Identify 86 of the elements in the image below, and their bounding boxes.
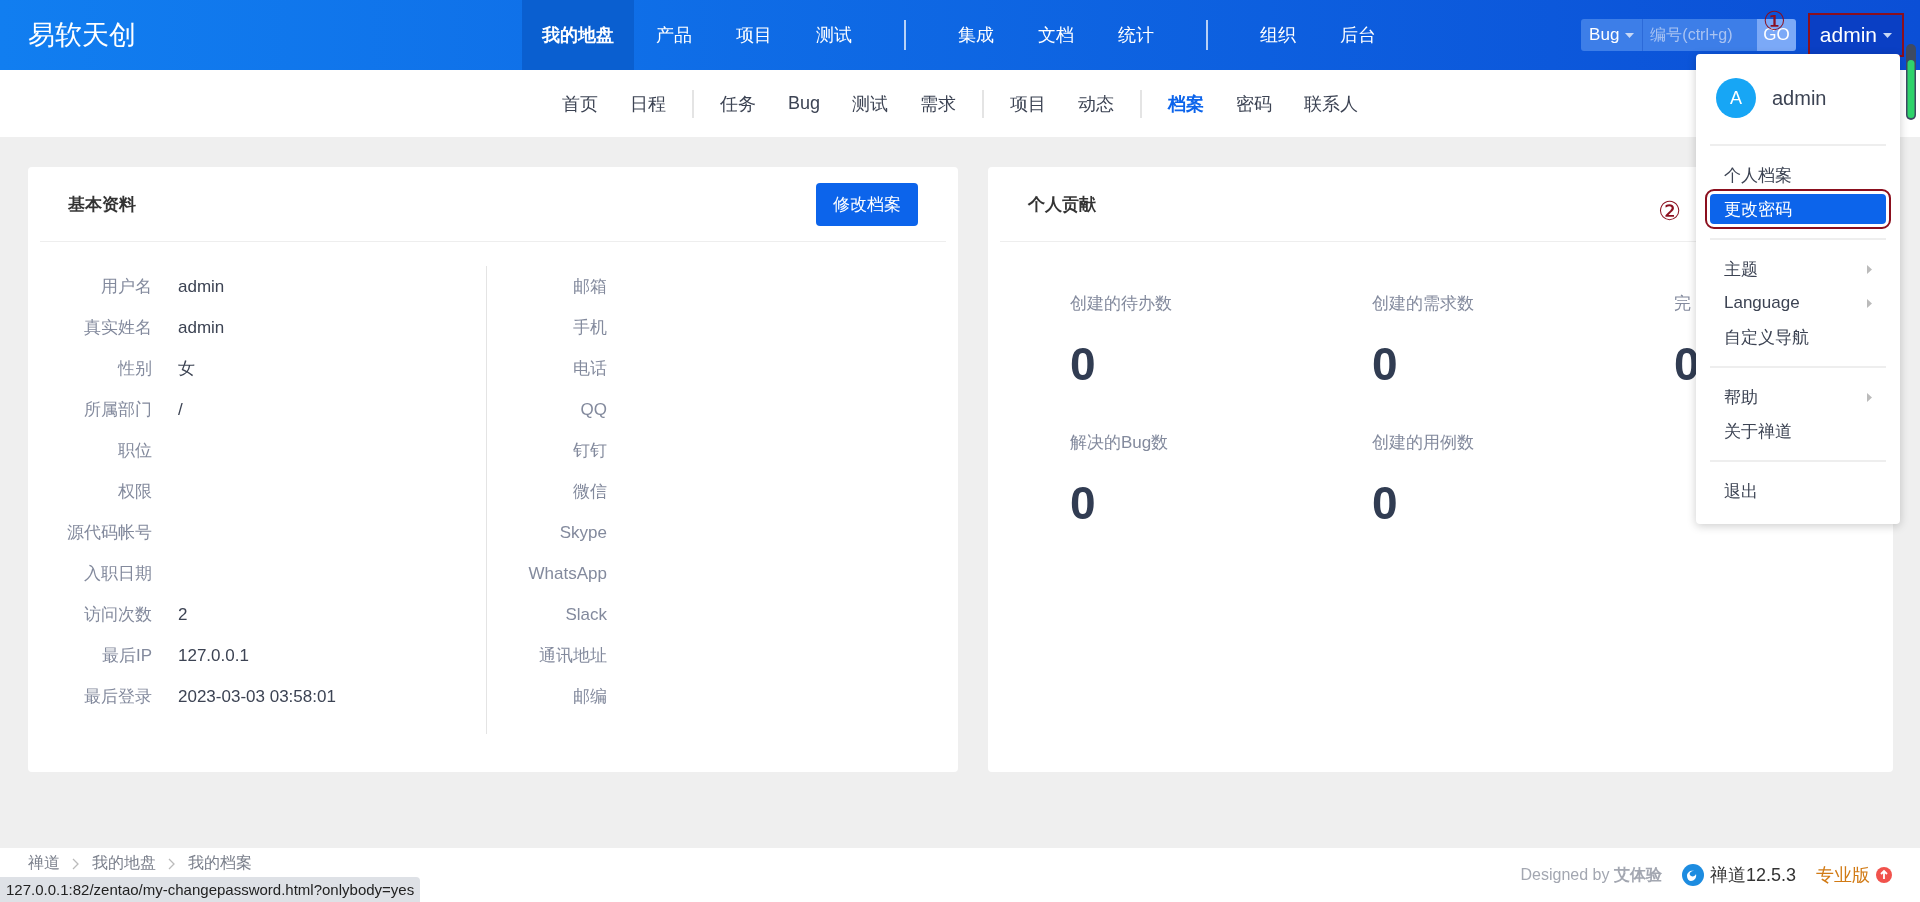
field-label: 最后登录	[83, 686, 152, 708]
field-label: 源代码帐号	[66, 522, 152, 544]
field-label: 邮编	[572, 686, 607, 708]
field-label: 真实姓名	[83, 317, 152, 339]
caret-icon	[1883, 32, 1892, 38]
sub-nav-link[interactable]: 项目	[994, 91, 1062, 116]
stat-value: 0	[1372, 476, 1398, 530]
logo: 易软天创	[28, 19, 136, 52]
chevron-icon	[72, 857, 80, 870]
stat-label: 创建的用例数	[1372, 432, 1474, 454]
field-label: 最后IP	[100, 645, 152, 667]
status-url: 127.0.0.1:82/zentao/my-changepassword.html?onlybody=yes	[0, 877, 421, 902]
user-menu-button[interactable]: admin	[1809, 15, 1902, 55]
search-field[interactable]: 编号(ctrl+g)	[1643, 19, 1758, 51]
card-title: 基本资料	[68, 193, 136, 216]
field-value: 2023-03-03 03:58:01	[178, 686, 336, 707]
nav-tab[interactable]: 后台	[1318, 0, 1398, 70]
field-label: 性别	[116, 358, 152, 380]
field-label: 访问次数	[83, 604, 152, 626]
sub-nav-link[interactable]: 首页	[546, 91, 614, 116]
field-label: Slack	[564, 604, 607, 625]
avatar: A	[1716, 78, 1756, 118]
field-label: 所属部门	[83, 399, 152, 421]
sub-nav-link[interactable]: 联系人	[1288, 91, 1374, 116]
sub-nav-link[interactable]: 动态	[1062, 91, 1130, 116]
field-value: admin	[178, 276, 225, 297]
stat-value: 0	[1372, 337, 1398, 391]
user-name: admin	[1772, 86, 1827, 110]
version-text: 禅道12.5.3	[1709, 864, 1796, 887]
stat-label: 创建的需求数	[1372, 293, 1474, 315]
field-value: /	[178, 399, 183, 420]
nav-tab[interactable]: 我的地盘	[522, 0, 634, 70]
sub-nav-link[interactable]: 密码	[1220, 91, 1288, 116]
swirl-logo-icon	[1681, 864, 1704, 886]
breadcrumb-link[interactable]: 我的档案	[188, 853, 252, 874]
stat-label: 完	[1674, 293, 1691, 315]
sub-nav-link[interactable]: 任务	[704, 91, 772, 116]
stat-value: 0	[1070, 476, 1096, 530]
field-value: admin	[178, 317, 225, 338]
field-value: 女	[178, 358, 195, 380]
type-select[interactable]: Bug	[1581, 19, 1644, 51]
sub-nav-link[interactable]: 日程	[614, 91, 682, 116]
stat-label: 创建的待办数	[1070, 293, 1172, 315]
field-label: Skype	[558, 522, 607, 543]
field-label: WhatsApp	[527, 563, 607, 584]
nav-tab[interactable]: 集成	[936, 0, 1016, 70]
menu-item[interactable]: 主题	[1710, 254, 1886, 284]
sub-nav-link[interactable]: 测试	[836, 91, 904, 116]
caret-icon	[1625, 32, 1635, 38]
field-label: 微信	[572, 481, 607, 503]
stat-label: 解决的Bug数	[1070, 432, 1169, 454]
field-value: 2	[178, 604, 188, 625]
menu-item[interactable]: 自定义导航	[1710, 322, 1886, 352]
field-label: 权限	[117, 481, 152, 503]
menu-item[interactable]: Language	[1710, 288, 1886, 318]
nav-tab[interactable]: 测试	[794, 0, 874, 70]
field-label: 邮箱	[572, 276, 607, 298]
nav-tab[interactable]: 项目	[714, 0, 794, 70]
breadcrumb-link[interactable]: 禅道	[28, 853, 60, 874]
field-label: 入职日期	[83, 563, 152, 585]
menu-item[interactable]: 退出	[1710, 476, 1886, 506]
nav-tab[interactable]: 统计	[1096, 0, 1176, 70]
designed-by-text: Designed by 艾体验	[1520, 864, 1662, 885]
sub-nav-link[interactable]: 档案	[1152, 91, 1220, 116]
field-value: 127.0.0.1	[178, 645, 249, 666]
field-label: 用户名	[100, 276, 152, 298]
field-label: 手机	[572, 317, 607, 339]
menu-item[interactable]: 帮助	[1710, 382, 1886, 412]
chevron-icon	[168, 857, 176, 870]
nav-tab[interactable]: 产品	[634, 0, 714, 70]
breadcrumb-link[interactable]: 我的地盘	[92, 853, 156, 874]
sub-nav-link[interactable]: 需求	[904, 91, 972, 116]
field-label: 通讯地址	[538, 645, 607, 667]
field-label: 职位	[117, 440, 152, 462]
card-title: 个人贡献	[1028, 193, 1096, 216]
field-label: QQ	[579, 399, 607, 420]
edit-profile-button[interactable]: 修改档案	[816, 182, 918, 226]
menu-item[interactable]: 个人档案	[1710, 160, 1886, 190]
annotation-number: ②	[1658, 198, 1682, 224]
stat-value: 0	[1070, 337, 1096, 391]
nav-tab[interactable]: 文档	[1016, 0, 1096, 70]
menu-item[interactable]: 关于禅道	[1710, 416, 1886, 446]
sub-nav-link[interactable]: Bug	[772, 93, 836, 114]
field-label: 钉钉	[572, 440, 607, 462]
nav-tab[interactable]: 组织	[1238, 0, 1318, 70]
field-label: 电话	[572, 358, 607, 380]
